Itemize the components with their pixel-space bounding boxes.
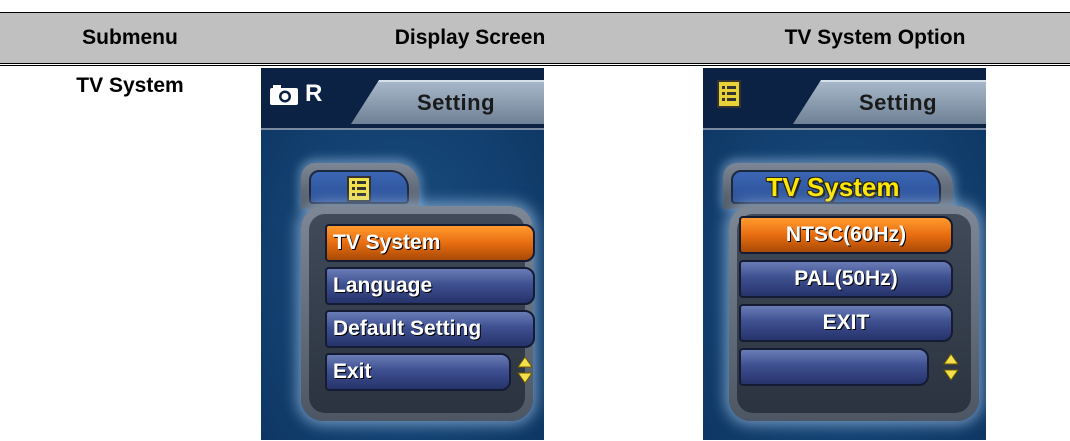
display-screen: R Setting TV System Language Default Set… [261, 68, 544, 440]
scroll-arrows-icon[interactable] [517, 356, 533, 384]
option-exit[interactable]: EXIT [739, 304, 953, 342]
menu-item-exit[interactable]: Exit [325, 353, 511, 391]
table-header-rule [0, 63, 1070, 66]
scroll-arrows-icon[interactable] [943, 353, 959, 381]
header-tv-system-option: TV System Option [784, 26, 966, 49]
camera-icon [270, 85, 298, 105]
mode-letter: R [305, 80, 323, 107]
header-submenu: Submenu [82, 26, 178, 49]
top-divider [703, 128, 986, 130]
list-icon [717, 80, 741, 108]
menu-item-default-setting[interactable]: Default Setting [325, 310, 535, 348]
setting-tab-label: Setting [858, 90, 938, 115]
option-empty[interactable] [739, 348, 929, 386]
option-pal[interactable]: PAL(50Hz) [739, 260, 953, 298]
option-ntsc[interactable]: NTSC(60Hz) [739, 216, 953, 254]
submenu-cell: TV System [76, 74, 184, 97]
header-display-screen: Display Screen [394, 26, 546, 49]
list-icon [347, 176, 371, 202]
menu-item-tv-system[interactable]: TV System [325, 224, 535, 262]
tv-system-option-screen: Setting TV System NTSC(60Hz) PAL(50Hz) E… [703, 68, 986, 440]
top-divider [261, 128, 544, 130]
folder-title: TV System [766, 172, 900, 202]
menu-item-language[interactable]: Language [325, 267, 535, 305]
setting-tab-label: Setting [416, 90, 496, 115]
